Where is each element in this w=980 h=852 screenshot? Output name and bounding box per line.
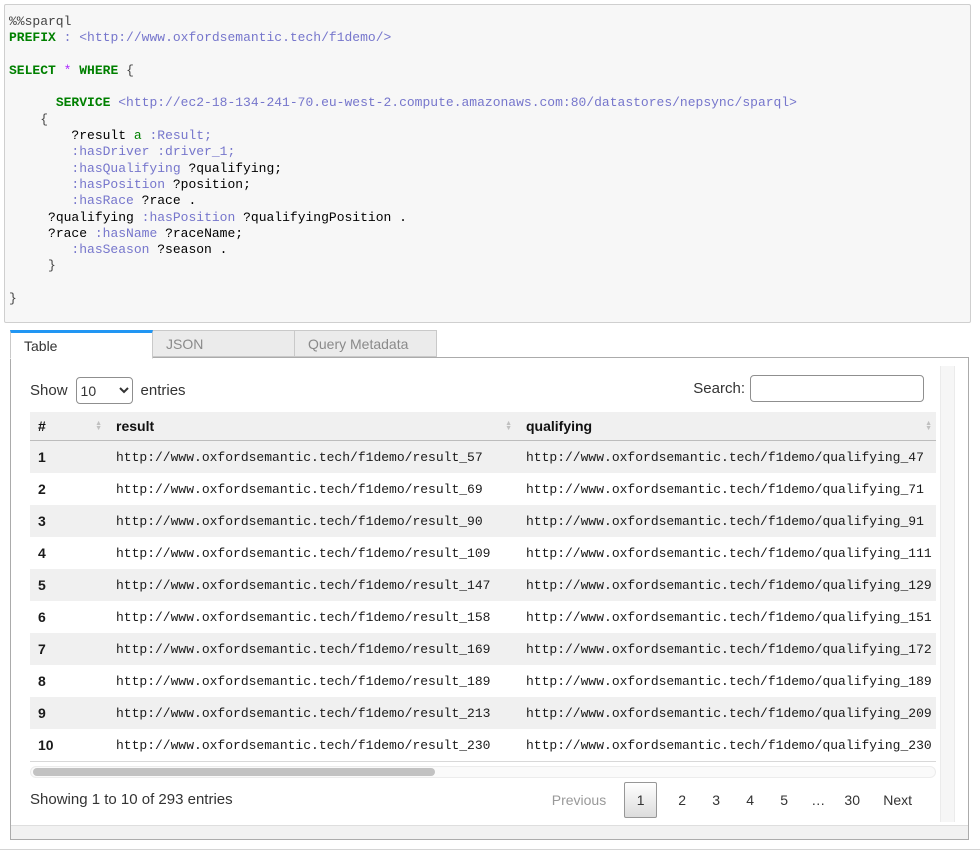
code-line: :hasPosition ?position; (9, 177, 970, 193)
cell-result: http://www.oxfordsemantic.tech/f1demo/re… (108, 473, 518, 505)
search-input[interactable] (750, 375, 924, 402)
entries-select[interactable]: 10 (76, 377, 133, 404)
code-line: :hasDriver :driver_1; (9, 144, 970, 160)
tab-json[interactable]: JSON (152, 330, 295, 357)
results-table: #▲▼result▲▼qualifying▲▼position▲▼ 1http:… (30, 412, 936, 762)
vertical-scrollbar[interactable] (940, 366, 955, 822)
cell-qualifying: http://www.oxfordsemantic.tech/f1demo/qu… (518, 569, 936, 601)
page-button-5[interactable]: 5 (767, 792, 801, 808)
output-tabbar: TableJSONQuery Metadata (10, 330, 437, 358)
show-label: Show (30, 382, 68, 399)
cell-num: 3 (30, 505, 108, 537)
table-row: 9http://www.oxfordsemantic.tech/f1demo/r… (30, 697, 936, 729)
entries-info: Showing 1 to 10 of 293 entries (30, 791, 233, 808)
table-row: 10http://www.oxfordsemantic.tech/f1demo/… (30, 729, 936, 762)
cell-result: http://www.oxfordsemantic.tech/f1demo/re… (108, 729, 518, 762)
cell-qualifying: http://www.oxfordsemantic.tech/f1demo/qu… (518, 729, 936, 762)
code-line: :hasRace ?race . (9, 193, 970, 209)
code-line: %%sparql (9, 14, 970, 30)
cell-qualifying: http://www.oxfordsemantic.tech/f1demo/qu… (518, 441, 936, 474)
cell-result: http://www.oxfordsemantic.tech/f1demo/re… (108, 633, 518, 665)
cell-qualifying: http://www.oxfordsemantic.tech/f1demo/qu… (518, 537, 936, 569)
cell-num: 6 (30, 601, 108, 633)
search-label: Search: (693, 380, 745, 397)
cell-num: 2 (30, 473, 108, 505)
next-button[interactable]: Next (883, 792, 912, 808)
table-row: 6http://www.oxfordsemantic.tech/f1demo/r… (30, 601, 936, 633)
code-line (9, 275, 970, 291)
cell-qualifying: http://www.oxfordsemantic.tech/f1demo/qu… (518, 601, 936, 633)
code-line: } (9, 258, 970, 274)
horizontal-scrollbar[interactable] (30, 766, 936, 778)
table-row: 4http://www.oxfordsemantic.tech/f1demo/r… (30, 537, 936, 569)
table-panel: Show 10 entries Search: #▲▼result▲▼quali… (10, 357, 969, 840)
code-line (9, 47, 970, 63)
table-row: 8http://www.oxfordsemantic.tech/f1demo/r… (30, 665, 936, 697)
table-row: 2http://www.oxfordsemantic.tech/f1demo/r… (30, 473, 936, 505)
search-control: Search: (693, 375, 924, 402)
cell-result: http://www.oxfordsemantic.tech/f1demo/re… (108, 569, 518, 601)
table-row: 1http://www.oxfordsemantic.tech/f1demo/r… (30, 441, 936, 474)
cell-result: http://www.oxfordsemantic.tech/f1demo/re… (108, 537, 518, 569)
page-button-1[interactable]: 1 (624, 782, 657, 818)
horizontal-scrollbar-thumb[interactable] (33, 768, 435, 776)
cell-num: 8 (30, 665, 108, 697)
cell-num: 9 (30, 697, 108, 729)
column-header-num[interactable]: #▲▼ (30, 412, 108, 441)
code-line: ?race :hasName ?raceName; (9, 226, 970, 242)
code-line: SERVICE <http://ec2-18-134-241-70.eu-wes… (9, 95, 970, 111)
bottom-divider (0, 849, 980, 850)
panel-bottom-scrollbar[interactable] (11, 825, 968, 839)
cell-num: 10 (30, 729, 108, 762)
cell-num: 1 (30, 441, 108, 474)
cell-result: http://www.oxfordsemantic.tech/f1demo/re… (108, 601, 518, 633)
code-line: ?result a :Result; (9, 128, 970, 144)
cell-num: 4 (30, 537, 108, 569)
code-line: SELECT * WHERE { (9, 63, 970, 79)
cell-result: http://www.oxfordsemantic.tech/f1demo/re… (108, 665, 518, 697)
sort-icon: ▲▼ (505, 421, 512, 431)
table-row: 5http://www.oxfordsemantic.tech/f1demo/r… (30, 569, 936, 601)
sort-icon: ▲▼ (95, 421, 102, 431)
cell-result: http://www.oxfordsemantic.tech/f1demo/re… (108, 697, 518, 729)
entries-label: entries (141, 382, 186, 399)
table-row: 7http://www.oxfordsemantic.tech/f1demo/r… (30, 633, 936, 665)
sort-icon: ▲▼ (925, 421, 932, 431)
code-line: PREFIX : <http://www.oxfordsemantic.tech… (9, 30, 970, 46)
code-line: ?qualifying :hasPosition ?qualifyingPosi… (9, 210, 970, 226)
page-button-4[interactable]: 4 (733, 792, 767, 808)
results-table-wrap: #▲▼result▲▼qualifying▲▼position▲▼ 1http:… (30, 412, 936, 762)
code-line: :hasSeason ?season . (9, 242, 970, 258)
pagination: Previous 12345…30 Next (552, 782, 912, 818)
cell-qualifying: http://www.oxfordsemantic.tech/f1demo/qu… (518, 505, 936, 537)
column-header-result[interactable]: result▲▼ (108, 412, 518, 441)
cell-qualifying: http://www.oxfordsemantic.tech/f1demo/qu… (518, 633, 936, 665)
code-line: } (9, 291, 970, 307)
cell-num: 5 (30, 569, 108, 601)
tab-table[interactable]: Table (10, 330, 153, 359)
code-line: { (9, 112, 970, 128)
cell-result: http://www.oxfordsemantic.tech/f1demo/re… (108, 441, 518, 474)
previous-button[interactable]: Previous (552, 792, 606, 808)
cell-num: 7 (30, 633, 108, 665)
page-ellipsis: … (801, 792, 835, 808)
column-header-qualifying[interactable]: qualifying▲▼ (518, 412, 936, 441)
page-size-control: Show 10 entries (30, 377, 186, 404)
page-button-3[interactable]: 3 (699, 792, 733, 808)
page-button-2[interactable]: 2 (665, 792, 699, 808)
cell-qualifying: http://www.oxfordsemantic.tech/f1demo/qu… (518, 665, 936, 697)
code-line: :hasQualifying ?qualifying; (9, 161, 970, 177)
sparql-code-cell[interactable]: %%sparqlPREFIX : <http://www.oxfordseman… (4, 4, 971, 323)
cell-qualifying: http://www.oxfordsemantic.tech/f1demo/qu… (518, 697, 936, 729)
page-button-30[interactable]: 30 (835, 792, 869, 808)
table-row: 3http://www.oxfordsemantic.tech/f1demo/r… (30, 505, 936, 537)
code-line (9, 79, 970, 95)
tab-query-metadata[interactable]: Query Metadata (294, 330, 437, 357)
cell-result: http://www.oxfordsemantic.tech/f1demo/re… (108, 505, 518, 537)
cell-qualifying: http://www.oxfordsemantic.tech/f1demo/qu… (518, 473, 936, 505)
